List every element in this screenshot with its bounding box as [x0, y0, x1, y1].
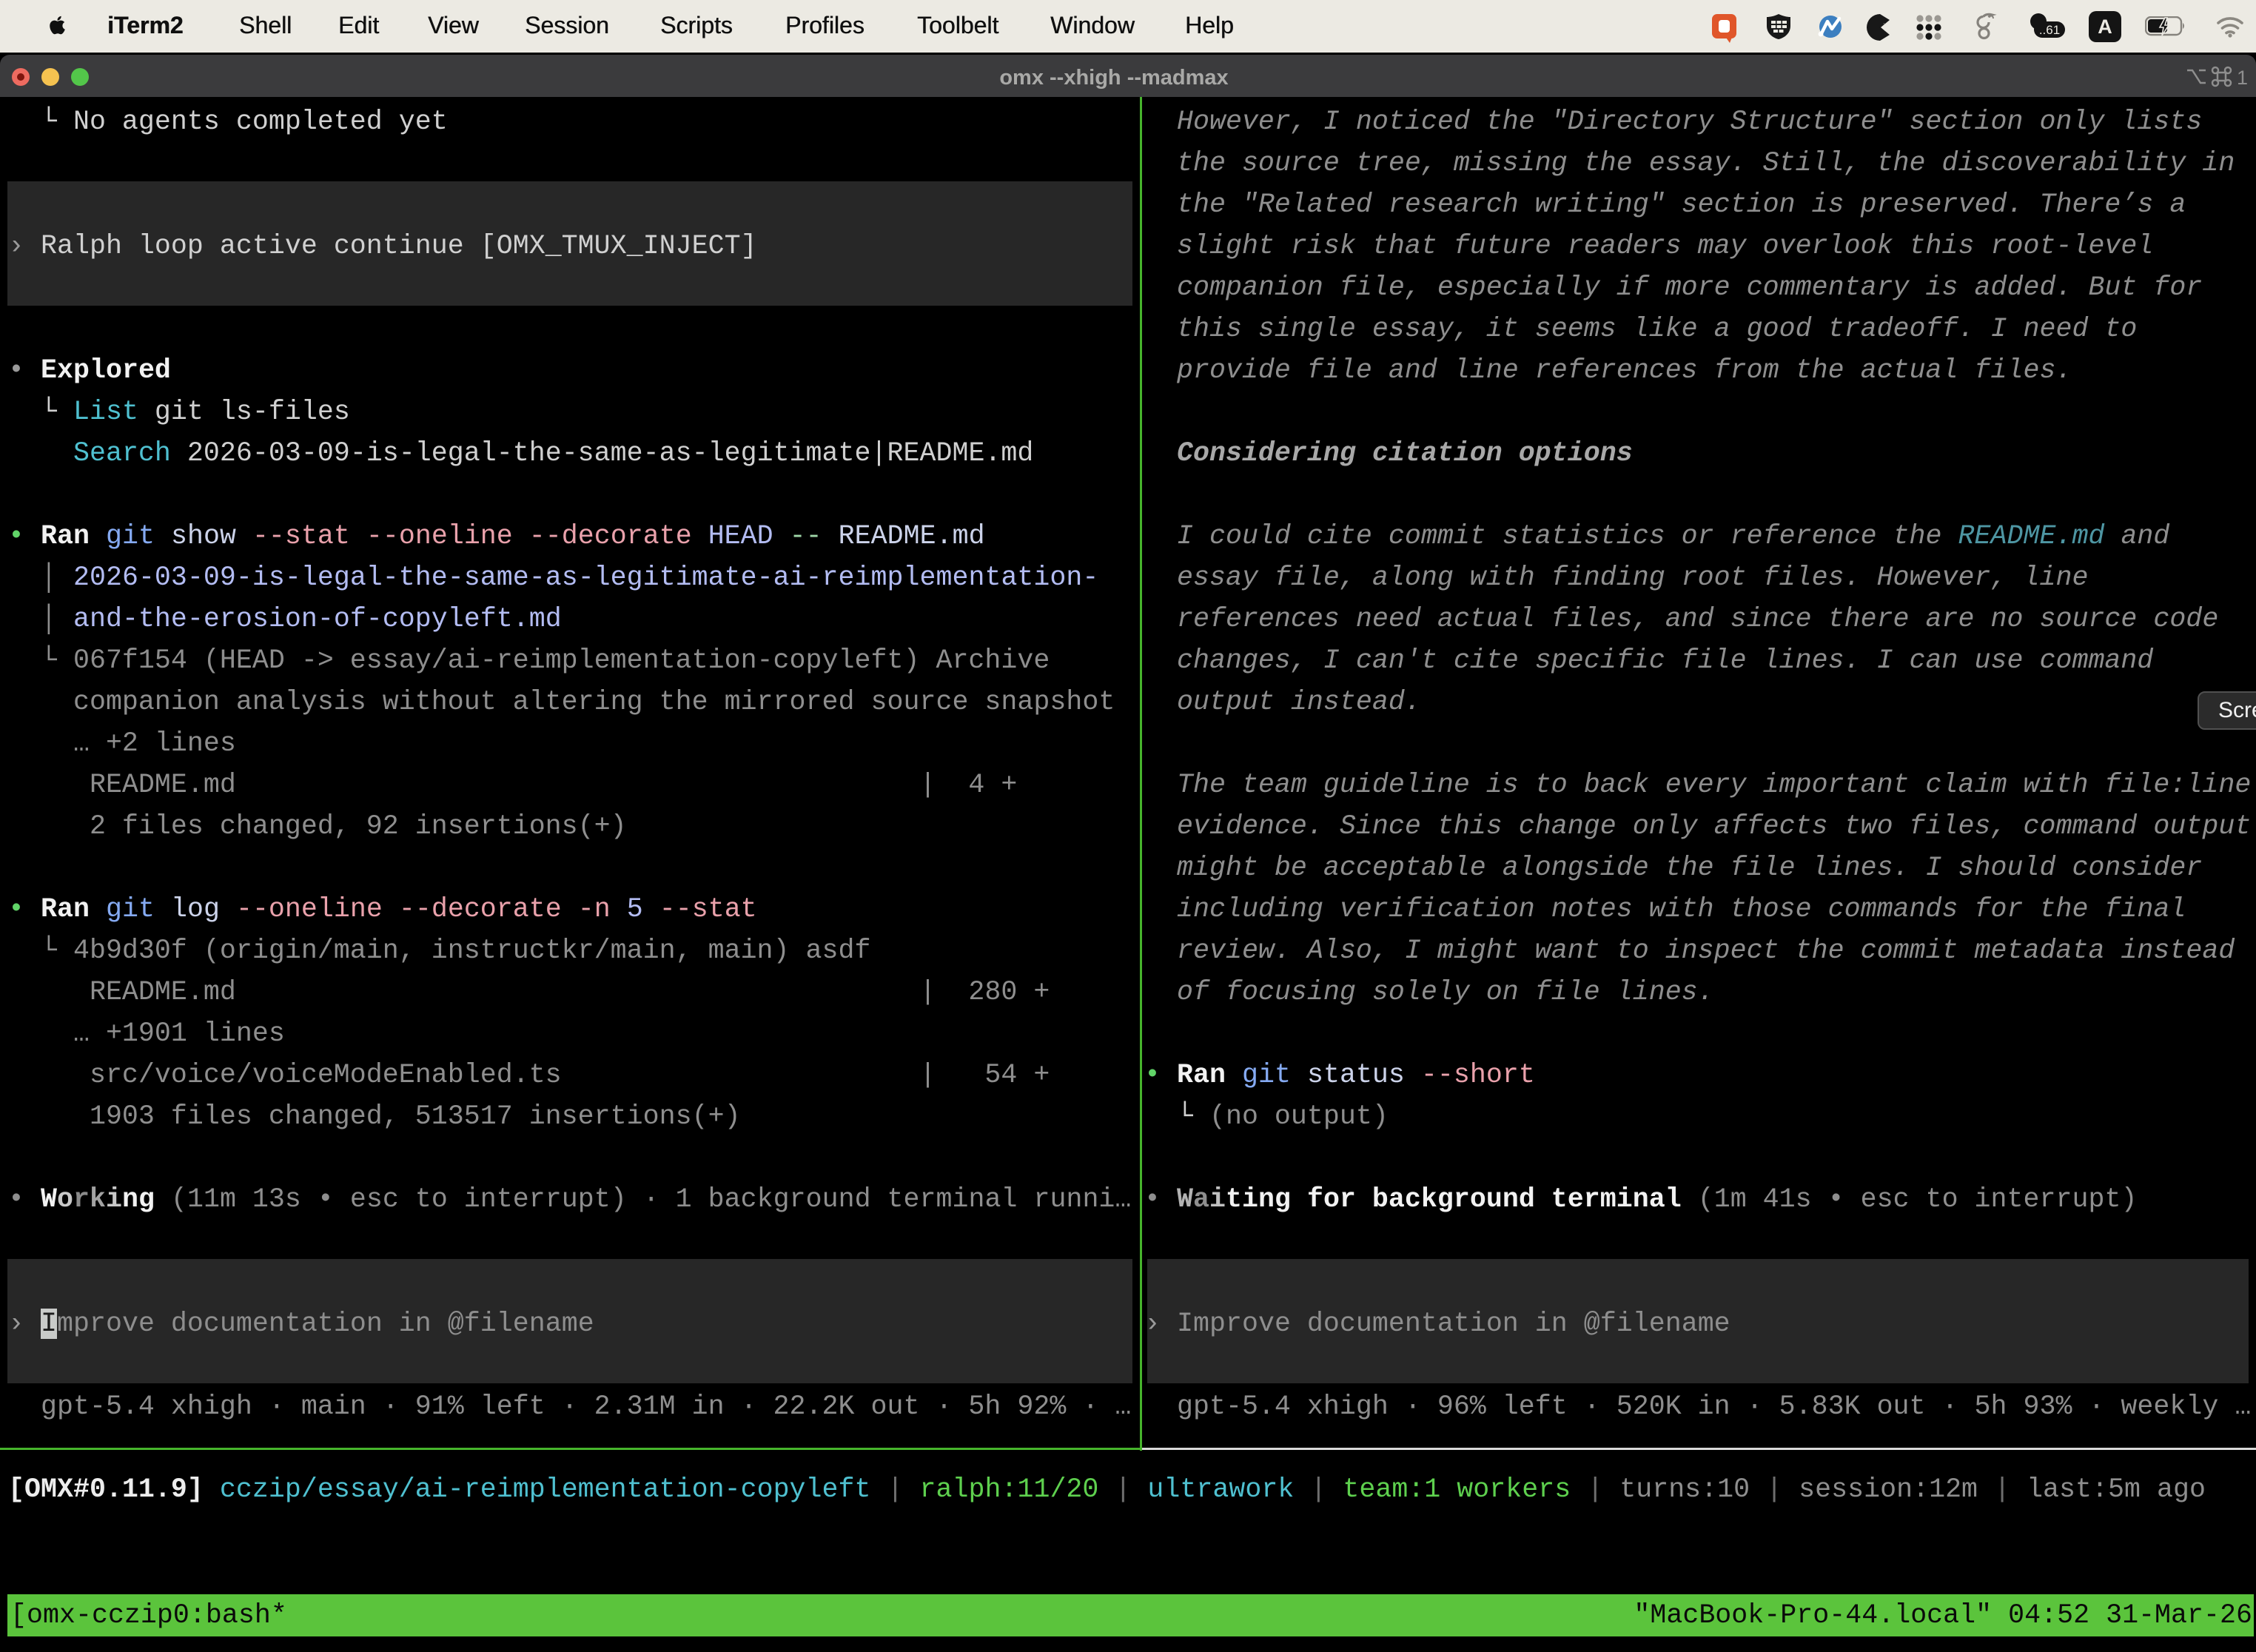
svg-text:..61: ..61 [2039, 23, 2060, 37]
svg-text:1: 1 [2237, 67, 2247, 88]
